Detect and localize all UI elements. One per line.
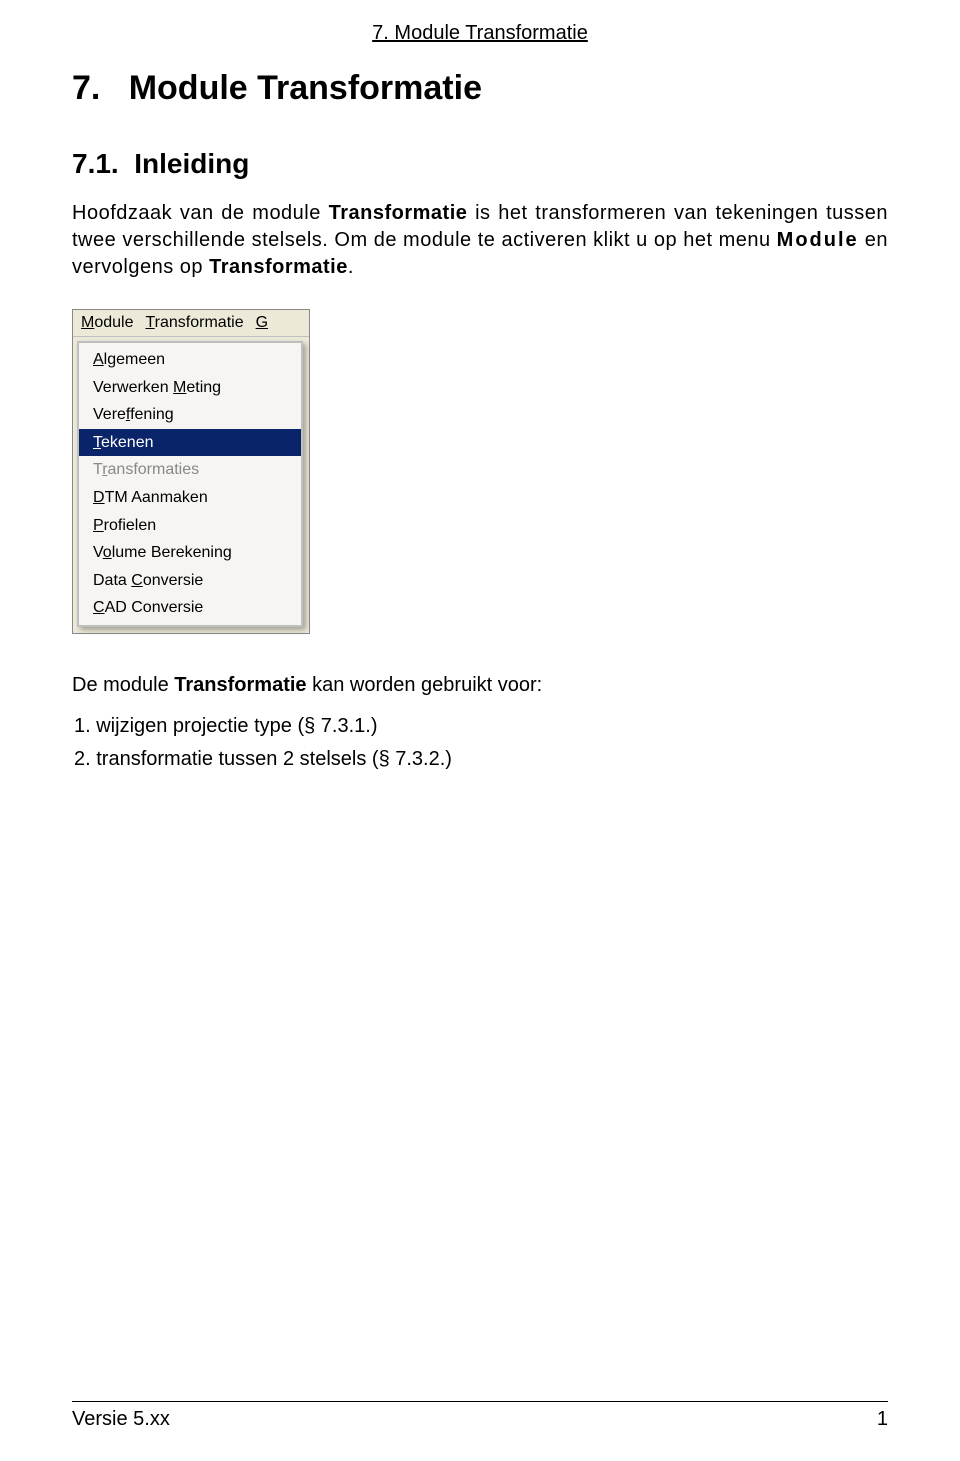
p-bold-module: Module xyxy=(777,229,859,251)
dropdown-item-cad-conversie[interactable]: CAD Conversie xyxy=(79,594,301,622)
dropdown-item-data-conversie[interactable]: Data Conversie xyxy=(79,567,301,595)
dd-post: TM Aanmaken xyxy=(105,489,208,506)
dd-mnemonic: M xyxy=(173,379,186,396)
section-text: Inleiding xyxy=(134,148,249,179)
dd-post: eting xyxy=(186,379,221,396)
dd-post: onversie xyxy=(143,572,203,589)
dd-mnemonic: C xyxy=(131,572,143,589)
menubar-item-module[interactable]: Module xyxy=(81,314,133,332)
dropdown-item-algemeen[interactable]: Algemeen xyxy=(79,346,301,374)
footer-page-number: 1 xyxy=(877,1408,888,1431)
dd-mnemonic: o xyxy=(103,544,112,561)
title-number: 7. xyxy=(72,69,100,107)
dropdown-item-tekenen[interactable]: Tekenen xyxy=(79,429,301,457)
dropdown-item-profielen[interactable]: Profielen xyxy=(79,512,301,540)
section-number: 7.1. xyxy=(72,148,119,179)
section-title: 7.1. Inleiding xyxy=(72,148,888,180)
usage-list: 1. wijzigen projectie type (§ 7.3.1.) 2.… xyxy=(74,715,888,771)
running-header: 7. Module Transformatie xyxy=(72,22,888,45)
list-item: 2. transformatie tussen 2 stelsels (§ 7.… xyxy=(74,748,888,771)
page-title: 7. Module Transformatie xyxy=(72,69,888,108)
p-text: kan worden gebruikt voor: xyxy=(307,674,543,696)
dd-mnemonic: T xyxy=(93,434,101,451)
menubar-item-transformatie[interactable]: Transformatie xyxy=(145,314,243,332)
p-text: Hoofdzaak van de module xyxy=(72,202,329,224)
p-bold-transformatie-2: Transformatie xyxy=(209,256,348,278)
menu-screenshot: Module Transformatie G Algemeen Verwerke… xyxy=(72,309,310,634)
dd-post: ansformaties xyxy=(108,461,200,478)
mb-mnemonic: G xyxy=(256,314,268,331)
dd-pre: V xyxy=(93,544,103,561)
dd-pre: T xyxy=(93,461,102,478)
usage-paragraph: De module Transformatie kan worden gebru… xyxy=(72,674,888,697)
dd-post: lgemeen xyxy=(104,351,165,368)
dd-post: ekenen xyxy=(101,434,154,451)
menubar: Module Transformatie G xyxy=(73,310,309,337)
page: 7. Module Transformatie 7. Module Transf… xyxy=(0,0,960,1461)
dd-post: AD Conversie xyxy=(105,599,204,616)
dd-post: lume Berekening xyxy=(112,544,232,561)
dropdown-item-vereffening[interactable]: Vereffening xyxy=(79,401,301,429)
footer-version: Versie 5.xx xyxy=(72,1408,170,1431)
mb-post: odule xyxy=(94,314,133,331)
dd-post: rofielen xyxy=(104,517,156,534)
intro-paragraph: Hoofdzaak van de module Transformatie is… xyxy=(72,200,888,281)
dd-mnemonic: P xyxy=(93,517,104,534)
module-dropdown: Algemeen Verwerken Meting Vereffening Te… xyxy=(77,341,303,627)
p-text: De module xyxy=(72,674,174,696)
dd-post: fening xyxy=(130,406,174,423)
dd-pre: Data xyxy=(93,572,131,589)
title-text: Module Transformatie xyxy=(129,69,482,107)
menubar-item-g[interactable]: G xyxy=(256,314,268,332)
dropdown-item-transformaties: Transformaties xyxy=(79,456,301,484)
p-bold-transformatie: Transformatie xyxy=(329,202,468,224)
footer-rule xyxy=(72,1401,888,1402)
p-text: . xyxy=(348,256,354,278)
dropdown-item-volume-berekening[interactable]: Volume Berekening xyxy=(79,539,301,567)
mb-mnemonic: T xyxy=(145,314,154,331)
dd-mnemonic: C xyxy=(93,599,105,616)
mb-mnemonic: M xyxy=(81,314,94,331)
dd-pre: Verwerken xyxy=(93,379,173,396)
mb-post: ransformatie xyxy=(155,314,244,331)
dd-mnemonic: A xyxy=(93,351,104,368)
page-footer: Versie 5.xx 1 xyxy=(72,1401,888,1431)
list-item: 1. wijzigen projectie type (§ 7.3.1.) xyxy=(74,715,888,738)
p-bold-transformatie-3: Transformatie xyxy=(174,674,306,696)
dd-pre: Vere xyxy=(93,406,126,423)
dropdown-item-dtm-aanmaken[interactable]: DTM Aanmaken xyxy=(79,484,301,512)
dd-mnemonic: D xyxy=(93,489,105,506)
dropdown-item-verwerken-meting[interactable]: Verwerken Meting xyxy=(79,374,301,402)
